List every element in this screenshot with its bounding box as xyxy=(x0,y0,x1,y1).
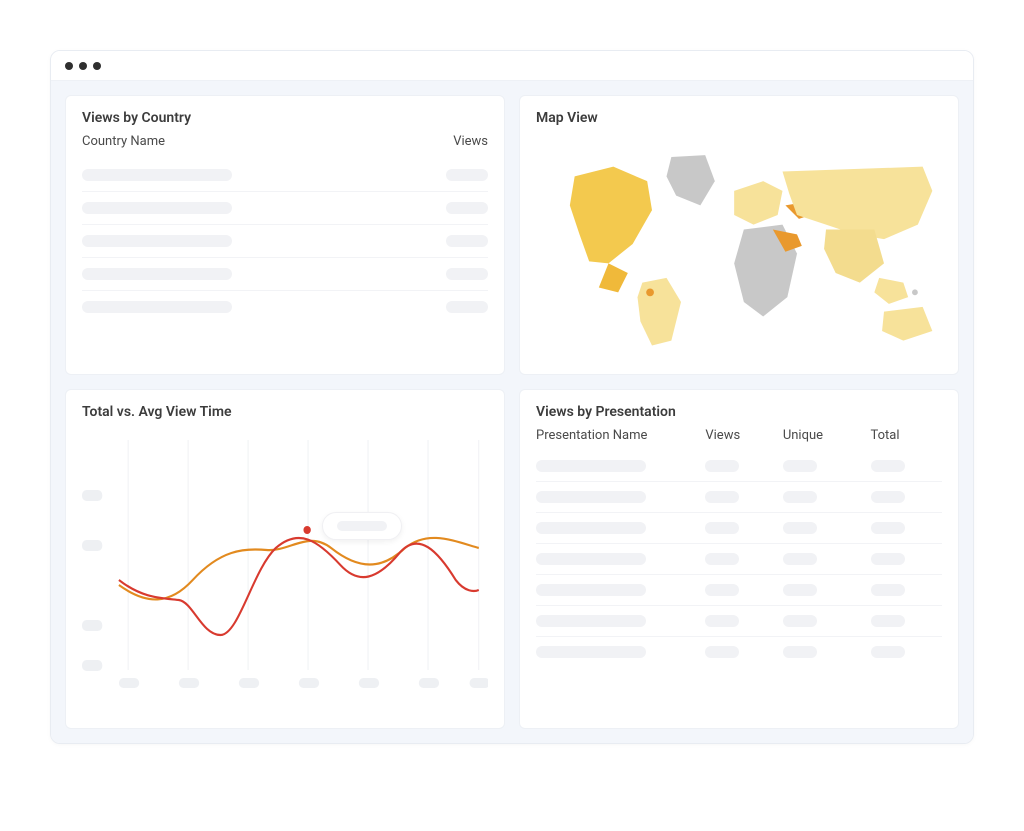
chart-title: Total vs. Avg View Time xyxy=(82,404,488,420)
window-titlebar xyxy=(51,51,973,81)
col-total: Total xyxy=(871,428,942,443)
map-view-card: Map View xyxy=(519,95,959,375)
views-by-presentation-header: Presentation Name Views Unique Total xyxy=(536,428,942,443)
chart-tooltip xyxy=(322,512,402,540)
table-row xyxy=(82,258,488,291)
views-by-presentation-card: Views by Presentation Presentation Name … xyxy=(519,389,959,729)
skeleton-placeholder xyxy=(536,491,646,503)
skeleton-placeholder xyxy=(783,646,817,658)
table-row xyxy=(536,513,942,544)
skeleton-placeholder xyxy=(536,646,646,658)
skeleton-placeholder xyxy=(705,646,739,658)
skeleton-placeholder xyxy=(446,268,488,280)
world-map[interactable] xyxy=(536,134,942,354)
col-presentation-name: Presentation Name xyxy=(536,428,699,443)
col-unique: Unique xyxy=(783,428,865,443)
skeleton-placeholder xyxy=(783,460,817,472)
views-by-country-card: Views by Country Country Name Views xyxy=(65,95,505,375)
dashboard-content: Views by Country Country Name Views Map … xyxy=(51,81,973,743)
table-row xyxy=(536,637,942,667)
browser-window: Views by Country Country Name Views Map … xyxy=(50,50,974,744)
skeleton-placeholder xyxy=(871,522,905,534)
skeleton-placeholder xyxy=(871,460,905,472)
skeleton-placeholder xyxy=(871,584,905,596)
table-row xyxy=(536,451,942,482)
skeleton-placeholder xyxy=(82,169,232,181)
skeleton-placeholder xyxy=(536,460,646,472)
table-row xyxy=(82,291,488,323)
skeleton-placeholder xyxy=(446,301,488,313)
world-map-svg xyxy=(536,134,942,354)
skeleton-placeholder xyxy=(82,202,232,214)
window-control-close-icon[interactable] xyxy=(65,62,73,70)
window-control-maximize-icon[interactable] xyxy=(93,62,101,70)
skeleton-placeholder xyxy=(446,169,488,181)
skeleton-placeholder xyxy=(783,491,817,503)
views-by-country-title: Views by Country xyxy=(82,110,488,126)
col-views: Views xyxy=(453,134,488,149)
skeleton-placeholder xyxy=(82,235,232,247)
chart-area[interactable] xyxy=(82,430,488,690)
skeleton-placeholder xyxy=(82,268,232,280)
skeleton-placeholder xyxy=(705,553,739,565)
table-row xyxy=(82,159,488,192)
line-chart-svg xyxy=(82,430,488,690)
skeleton-placeholder xyxy=(783,584,817,596)
skeleton-placeholder xyxy=(536,553,646,565)
skeleton-placeholder xyxy=(783,615,817,627)
col-country-name: Country Name xyxy=(82,134,165,149)
table-row xyxy=(536,575,942,606)
views-by-country-header: Country Name Views xyxy=(82,134,488,149)
map-view-title: Map View xyxy=(536,110,942,126)
skeleton-placeholder xyxy=(871,646,905,658)
skeleton-placeholder xyxy=(705,460,739,472)
skeleton-placeholder xyxy=(536,584,646,596)
chart-card: Total vs. Avg View Time xyxy=(65,389,505,729)
table-row xyxy=(536,606,942,637)
skeleton-placeholder xyxy=(446,202,488,214)
window-control-minimize-icon[interactable] xyxy=(79,62,87,70)
skeleton-placeholder xyxy=(536,522,646,534)
table-row xyxy=(536,482,942,513)
skeleton-placeholder xyxy=(337,521,387,531)
skeleton-placeholder xyxy=(871,553,905,565)
skeleton-placeholder xyxy=(783,522,817,534)
table-row xyxy=(82,225,488,258)
col-views: Views xyxy=(705,428,776,443)
skeleton-placeholder xyxy=(705,522,739,534)
skeleton-placeholder xyxy=(783,553,817,565)
skeleton-placeholder xyxy=(705,491,739,503)
skeleton-placeholder xyxy=(871,491,905,503)
table-row xyxy=(82,192,488,225)
skeleton-placeholder xyxy=(705,584,739,596)
views-by-presentation-title: Views by Presentation xyxy=(536,404,942,420)
table-row xyxy=(536,544,942,575)
skeleton-placeholder xyxy=(536,615,646,627)
skeleton-placeholder xyxy=(446,235,488,247)
skeleton-placeholder xyxy=(705,615,739,627)
skeleton-placeholder xyxy=(871,615,905,627)
skeleton-placeholder xyxy=(82,301,232,313)
